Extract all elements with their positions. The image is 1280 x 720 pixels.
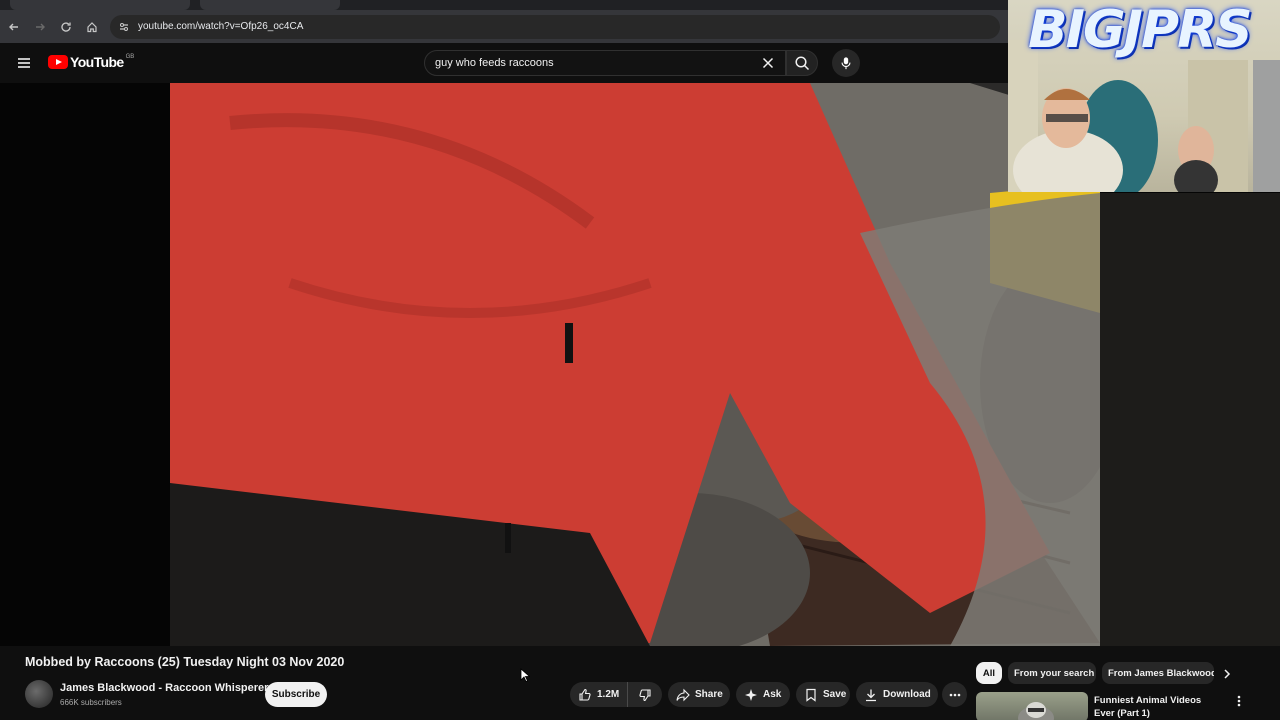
microphone-icon xyxy=(841,57,851,70)
video-title: Mobbed by Raccoons (25) Tuesday Night 03… xyxy=(25,655,345,669)
logo-text: YouTube xyxy=(70,54,124,70)
browser-toolbar: youtube.com/watch?v=Ofp26_oc4CA xyxy=(0,10,1008,43)
sparkle-icon xyxy=(745,688,757,701)
channel-name[interactable]: James Blackwood - Raccoon Whisperer xyxy=(60,682,268,694)
home-button[interactable] xyxy=(80,15,104,39)
chips-next-button[interactable] xyxy=(1220,667,1234,681)
youtube-logo[interactable]: YouTube GB xyxy=(48,54,134,70)
save-button[interactable]: Save xyxy=(796,682,850,707)
chip-from-your-search[interactable]: From your search xyxy=(1008,662,1096,684)
ask-button[interactable]: Ask xyxy=(736,682,790,707)
search-query: guy who feeds raccoons xyxy=(435,57,554,69)
like-button[interactable]: 1.2M xyxy=(570,682,628,707)
chip-all[interactable]: All xyxy=(976,662,1002,684)
share-button[interactable]: Share xyxy=(668,682,730,707)
ask-label: Ask xyxy=(763,689,782,700)
subscribe-button[interactable]: Subscribe xyxy=(265,682,327,707)
subscriber-count: 666K subscribers xyxy=(60,698,122,707)
back-button[interactable] xyxy=(2,15,26,39)
close-icon xyxy=(762,57,774,69)
voice-search-button[interactable] xyxy=(832,49,860,77)
streamer-webcam-overlay: BIGJPRS xyxy=(1008,0,1280,192)
share-label: Share xyxy=(695,689,723,700)
menu-button[interactable] xyxy=(14,53,34,73)
thumbnail-image xyxy=(1018,702,1054,720)
clear-search-button[interactable] xyxy=(760,55,776,71)
url-text: youtube.com/watch?v=Ofp26_oc4CA xyxy=(138,21,304,32)
like-dislike-group: 1.2M xyxy=(570,682,662,707)
screen: youtube.com/watch?v=Ofp26_oc4CA YouTube … xyxy=(0,0,1280,720)
recommended-more-button[interactable] xyxy=(1232,694,1246,708)
search-icon xyxy=(795,56,810,71)
mouse-cursor-icon xyxy=(520,668,530,682)
video-frame[interactable] xyxy=(170,83,1100,646)
dislike-button[interactable] xyxy=(628,682,662,707)
arrow-left-icon xyxy=(9,23,18,30)
browser-tab[interactable] xyxy=(10,0,190,10)
reload-icon xyxy=(61,21,71,32)
like-count: 1.2M xyxy=(597,689,620,700)
download-icon xyxy=(866,689,876,701)
region-code: GB xyxy=(125,54,135,60)
video-side-area xyxy=(1100,193,1280,646)
recommended-thumbnail[interactable] xyxy=(976,692,1088,720)
search-button[interactable] xyxy=(786,50,818,76)
download-button[interactable]: Download xyxy=(856,682,938,707)
site-info-icon[interactable] xyxy=(118,21,130,33)
chip-from-channel[interactable]: From James Blackwood xyxy=(1102,662,1214,684)
youtube-play-icon xyxy=(48,55,68,69)
forward-button[interactable] xyxy=(28,15,52,39)
search-input[interactable]: guy who feeds raccoons xyxy=(424,50,786,76)
thumbs-up-icon xyxy=(579,688,591,701)
recommended-title[interactable]: Funniest Animal Videos Ever (Part 1) xyxy=(1094,694,1224,720)
bookmark-icon xyxy=(806,688,816,702)
more-actions-button[interactable] xyxy=(942,682,967,707)
save-label: Save xyxy=(823,689,847,700)
arrow-right-icon xyxy=(36,23,45,30)
reload-button[interactable] xyxy=(54,15,78,39)
chevron-right-icon xyxy=(1224,669,1231,679)
home-icon xyxy=(87,21,97,32)
channel-avatar[interactable] xyxy=(25,680,53,708)
share-icon xyxy=(676,688,690,701)
youtube-header: YouTube GB guy who feeds raccoons xyxy=(0,43,1008,83)
more-vertical-icon xyxy=(1237,695,1241,707)
hamburger-menu-icon xyxy=(18,58,30,68)
thumbs-down-icon xyxy=(639,688,651,701)
browser-tab[interactable] xyxy=(200,0,340,10)
more-horizontal-icon xyxy=(949,693,960,696)
streamer-badge: BIGJPRS xyxy=(1028,0,1253,60)
browser-tabstrip xyxy=(0,0,1008,10)
video-scene-image xyxy=(170,83,1100,646)
download-label: Download xyxy=(883,689,931,700)
address-bar[interactable]: youtube.com/watch?v=Ofp26_oc4CA xyxy=(110,14,1000,39)
